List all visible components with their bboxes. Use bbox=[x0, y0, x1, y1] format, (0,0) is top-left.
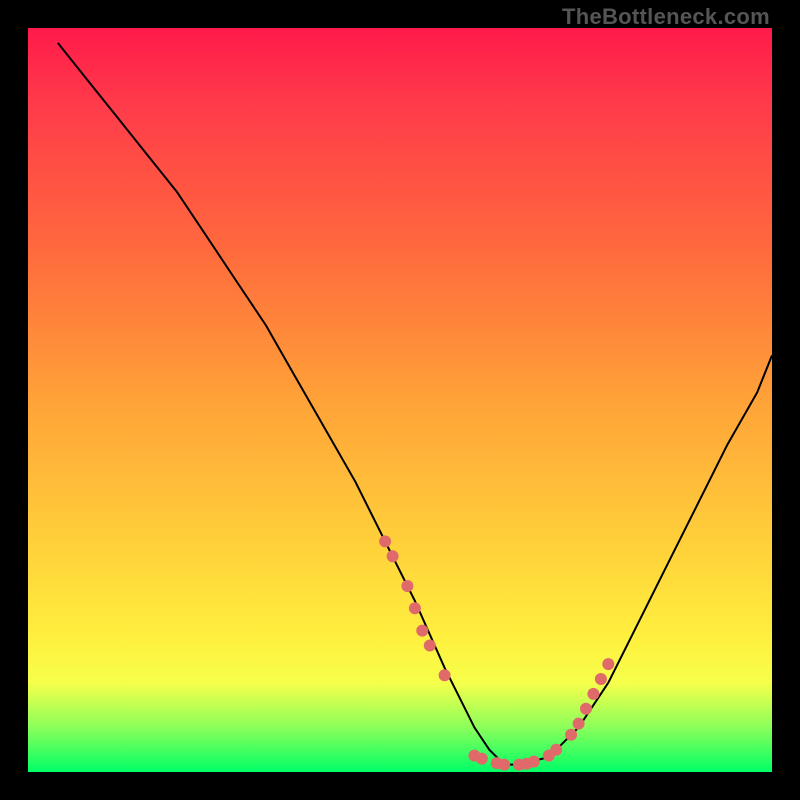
marker-dot bbox=[476, 753, 488, 765]
marker-dot bbox=[387, 550, 399, 562]
marker-dot bbox=[409, 602, 421, 614]
marker-dot bbox=[416, 625, 428, 637]
marker-dot bbox=[587, 688, 599, 700]
marker-dot bbox=[580, 703, 592, 715]
marker-dot bbox=[424, 640, 436, 652]
marker-dot bbox=[379, 535, 391, 547]
watermark-text: TheBottleneck.com bbox=[562, 4, 770, 30]
chart-container: TheBottleneck.com bbox=[0, 0, 800, 800]
marker-dot bbox=[602, 658, 614, 670]
marker-dot bbox=[573, 718, 585, 730]
marker-dot bbox=[439, 669, 451, 681]
marker-dot bbox=[498, 759, 510, 771]
plot-area bbox=[28, 28, 772, 772]
marker-dot bbox=[528, 756, 540, 768]
marker-dot bbox=[565, 729, 577, 741]
highlight-dots bbox=[379, 535, 614, 770]
marker-dot bbox=[595, 673, 607, 685]
marker-dot bbox=[401, 580, 413, 592]
curve-line bbox=[58, 43, 772, 765]
marker-dot bbox=[550, 744, 562, 756]
chart-svg bbox=[28, 28, 772, 772]
